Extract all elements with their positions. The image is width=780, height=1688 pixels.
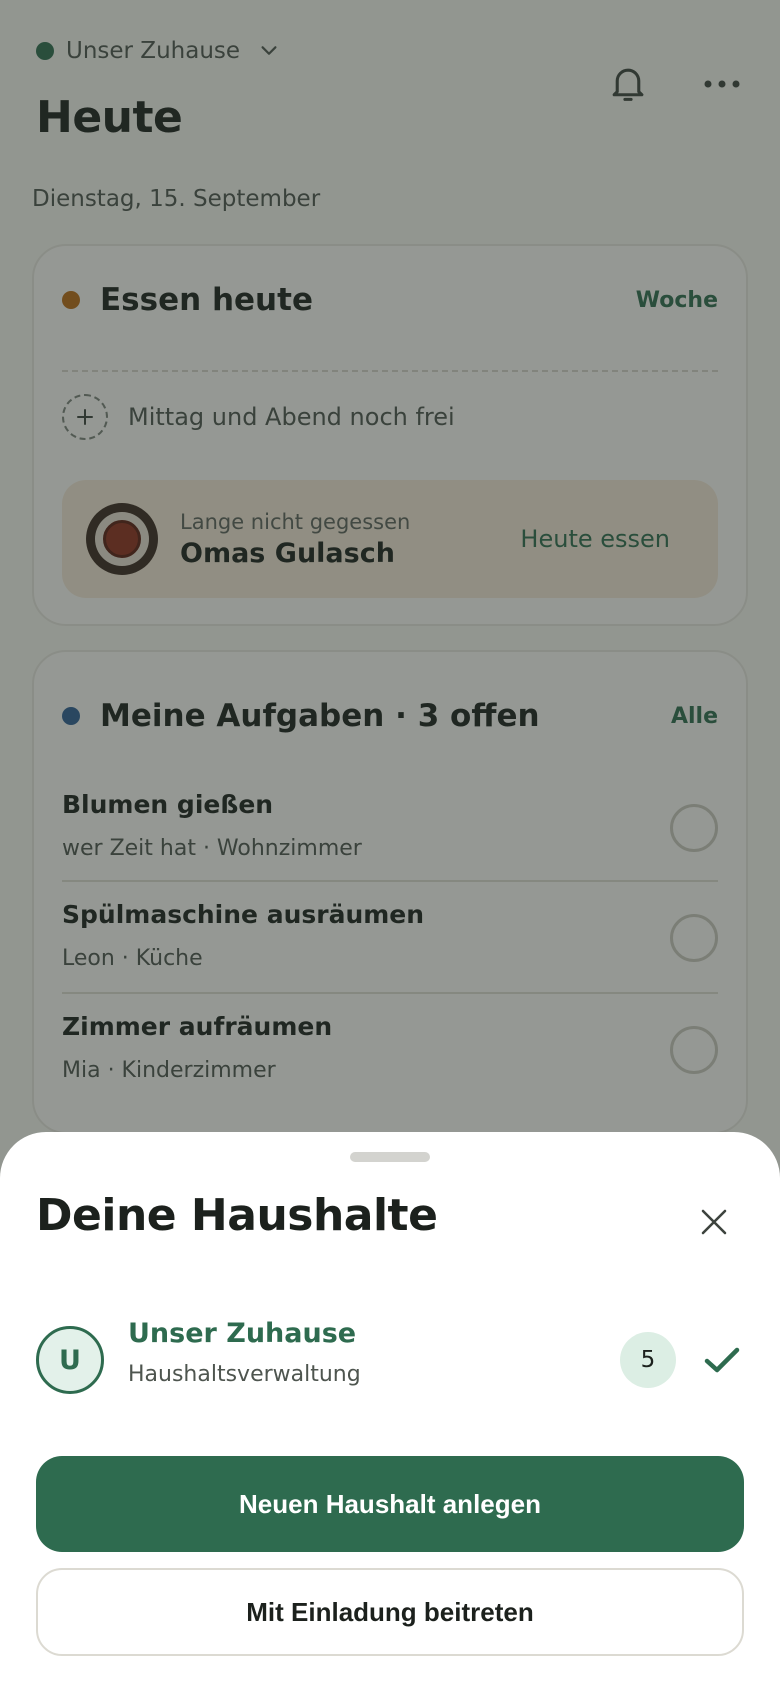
create-household-button[interactable]: Neuen Haushalt anlegen [36,1456,744,1552]
household-role: Haushaltsverwaltung [128,1362,361,1387]
join-with-invite-button[interactable]: Mit Einladung beitreten [36,1568,744,1656]
checkmark-icon [700,1338,744,1382]
close-icon[interactable] [692,1200,736,1244]
sheet-drag-handle[interactable] [350,1152,430,1162]
households-sheet: Deine Haushalte U Unser Zuhause Haushalt… [0,1132,780,1688]
household-row[interactable]: U Unser Zuhause Haushaltsverwaltung 5 [36,1318,744,1402]
member-count-badge: 5 [620,1332,676,1388]
household-name: Unser Zuhause [128,1318,357,1349]
avatar: U [36,1326,104,1394]
sheet-title: Deine Haushalte [36,1190,438,1241]
